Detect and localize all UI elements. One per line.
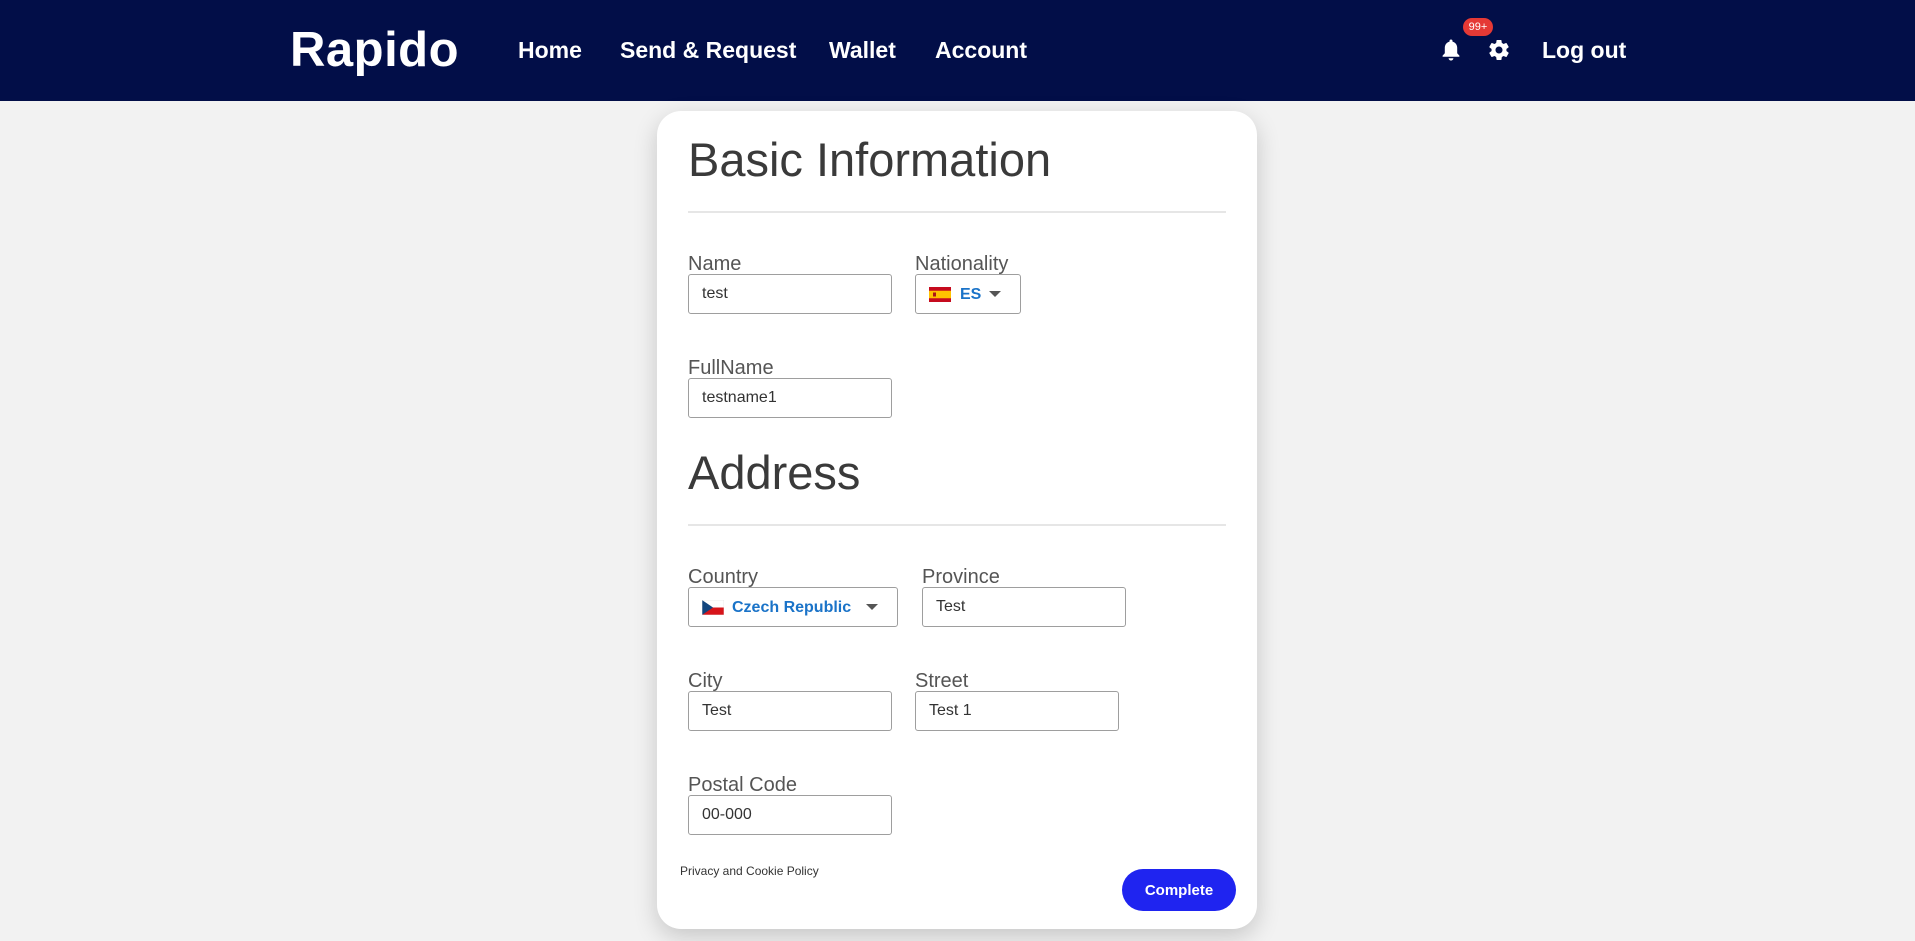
nationality-label: Nationality <box>915 253 1009 275</box>
nav-send-request-link[interactable]: Send & Request <box>620 36 796 64</box>
address-title: Address <box>688 446 861 499</box>
nationality-value: ES <box>960 286 982 303</box>
nav-account-link[interactable]: Account <box>935 36 1027 64</box>
country-select[interactable]: Czech Republic <box>688 587 898 627</box>
street-label: Street <box>915 670 969 692</box>
profile-form-card: Basic Information Name Nationality ES Fu… <box>657 111 1257 929</box>
postal-code-label: Postal Code <box>688 774 797 796</box>
brand-logo[interactable]: Rapido <box>290 22 459 78</box>
complete-button[interactable]: Complete <box>1122 869 1236 911</box>
czech-flag-icon <box>701 599 725 616</box>
logout-link[interactable]: Log out <box>1542 36 1626 64</box>
section-divider <box>688 211 1226 213</box>
top-navbar: Rapido Home Send & Request Wallet Accoun… <box>0 0 1915 101</box>
gear-icon[interactable] <box>1487 38 1511 62</box>
province-input[interactable] <box>922 587 1126 627</box>
city-input[interactable] <box>688 691 892 731</box>
name-label: Name <box>688 253 742 275</box>
nationality-select[interactable]: ES <box>915 274 1021 314</box>
bell-icon[interactable] <box>1440 38 1462 62</box>
privacy-policy-link[interactable]: Privacy and Cookie Policy <box>680 863 819 879</box>
spain-flag-icon <box>929 287 951 302</box>
nav-wallet-link[interactable]: Wallet <box>829 36 896 64</box>
chevron-down-icon <box>866 604 878 610</box>
fullname-input[interactable] <box>688 378 892 418</box>
chevron-down-icon <box>989 291 1001 297</box>
city-label: City <box>688 670 723 692</box>
section-divider <box>688 524 1226 526</box>
country-value: Czech Republic <box>732 599 852 616</box>
province-label: Province <box>922 566 1000 588</box>
country-label: Country <box>688 566 759 588</box>
fullname-label: FullName <box>688 357 774 379</box>
basic-information-title: Basic Information <box>688 133 1052 186</box>
name-input[interactable] <box>688 274 892 314</box>
nav-home-link[interactable]: Home <box>518 36 582 64</box>
street-input[interactable] <box>915 691 1119 731</box>
postal-code-input[interactable] <box>688 795 892 835</box>
notification-badge: 99+ <box>1463 18 1493 36</box>
